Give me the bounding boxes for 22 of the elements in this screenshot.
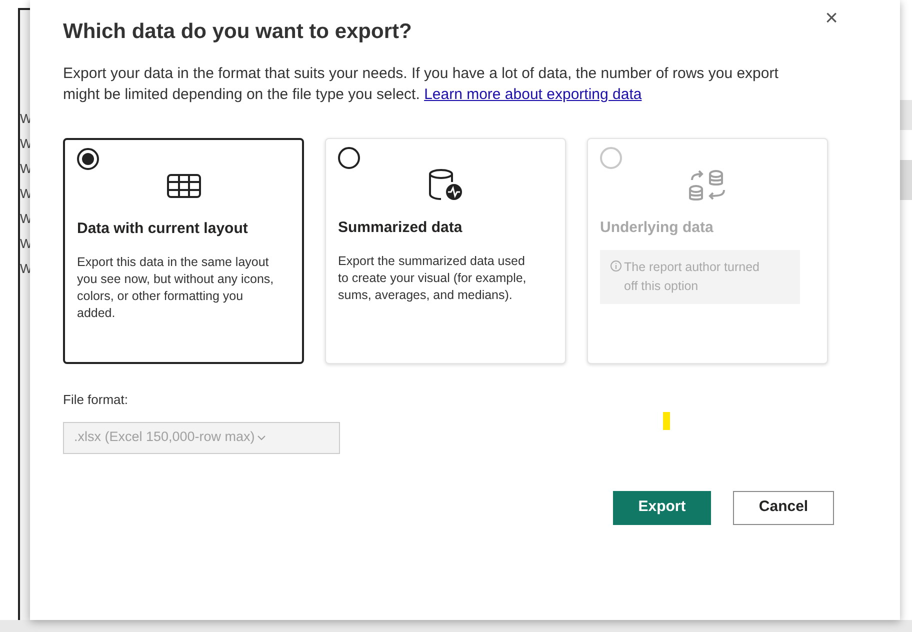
chevron-down-icon: [256, 434, 266, 440]
info-icon: [610, 260, 622, 272]
cancel-button[interactable]: Cancel: [733, 490, 834, 524]
option-title: Data with current layout: [77, 219, 249, 239]
database-icon: [426, 168, 464, 202]
radio-button[interactable]: [77, 148, 99, 170]
dialog-description: Export your data in the format that suits your needs. If you have a lot of data, the number of rows you export might be limited depending on the file type you select. Learn more about exporting data: [63, 64, 780, 105]
option-title: Underlying data: [600, 218, 714, 238]
highlight-mark: [663, 412, 670, 430]
option-card[interactable]: Data with current layout Export this data in the same layout you see now, but without any icons, colors, or other formatting you added.: [63, 138, 304, 364]
option-description: Export this data in the same layout you see now, but without any icons, colors, or other formatting you added.: [77, 254, 275, 322]
close-button[interactable]: ×: [825, 6, 838, 30]
export-button[interactable]: Export: [613, 490, 711, 524]
option-card[interactable]: Summarized data Export the summarized data used to create your visual (for example, sums, averages, and medians).: [325, 138, 566, 364]
learn-more-link[interactable]: Learn more about exporting data: [424, 86, 642, 103]
radio-button[interactable]: [338, 147, 360, 169]
dialog-title: Which data do you want to export?: [63, 19, 413, 45]
table-icon: [166, 174, 200, 198]
option-title: Summarized data: [338, 218, 464, 238]
field-label: File format:: [63, 391, 130, 409]
option-description: Export the summarized data used to create your visual (for example, sums, averages, and medians).: [338, 252, 528, 304]
notice-text: The report author turned off this option: [624, 258, 760, 295]
